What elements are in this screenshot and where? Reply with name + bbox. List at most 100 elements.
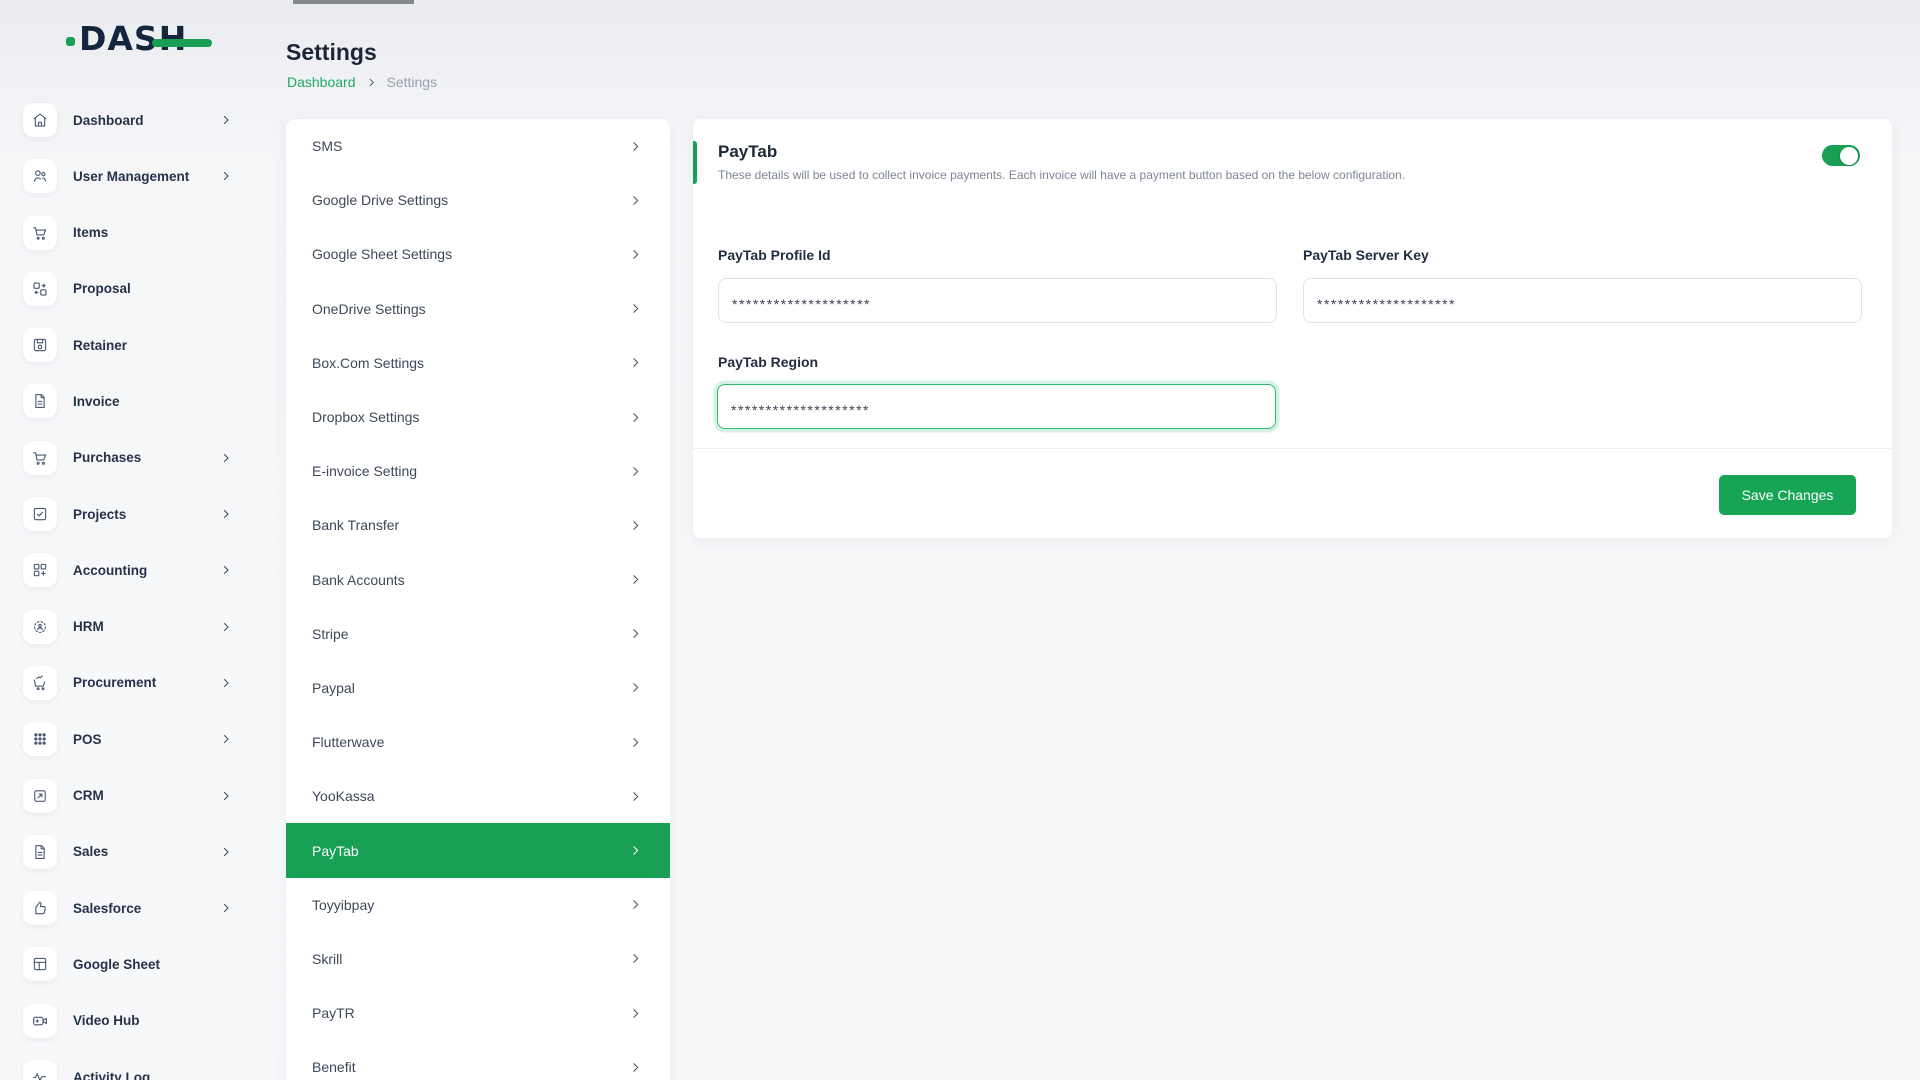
chevron-right-icon xyxy=(220,114,232,126)
breadcrumb-current: Settings xyxy=(387,74,438,90)
chevron-right-icon xyxy=(629,573,642,586)
cart-icon xyxy=(23,441,57,475)
chevron-right-icon xyxy=(629,248,642,261)
sidebar-item-proposal[interactable]: Proposal xyxy=(23,272,262,306)
file-text-icon xyxy=(23,384,57,418)
settings-nav-google-drive[interactable]: Google Drive Settings xyxy=(286,173,670,227)
settings-nav-bank-transfer[interactable]: Bank Transfer xyxy=(286,498,670,552)
sidebar-item-hrm[interactable]: HRM xyxy=(23,610,262,644)
accent-bar xyxy=(693,141,697,184)
chevron-right-icon xyxy=(220,452,232,464)
sidebar: DASH Dashboard User Management Items xyxy=(0,0,262,1080)
logo-green-bar xyxy=(152,39,212,47)
sidebar-item-sales[interactable]: Sales xyxy=(23,835,262,869)
paytab-server-key-label: PayTab Server Key xyxy=(1303,247,1429,263)
chevron-right-icon xyxy=(629,1061,642,1074)
settings-nav-skrill[interactable]: Skrill xyxy=(286,932,670,986)
chevron-right-icon xyxy=(629,736,642,749)
cart-icon xyxy=(23,216,57,250)
sidebar-item-user-management[interactable]: User Management xyxy=(23,159,262,193)
activity-pulse-icon xyxy=(23,1060,57,1080)
sidebar-item-invoice[interactable]: Invoice xyxy=(23,384,262,418)
settings-nav-toyyibpay[interactable]: Toyyibpay xyxy=(286,878,670,932)
sidebar-item-google-sheet[interactable]: Google Sheet xyxy=(23,947,262,981)
dots-grid-icon xyxy=(23,722,57,756)
chevron-right-icon xyxy=(220,508,232,520)
settings-nav-flutterwave[interactable]: Flutterwave xyxy=(286,715,670,769)
breadcrumb: Dashboard Settings xyxy=(287,74,437,90)
sidebar-item-crm[interactable]: CRM xyxy=(23,779,262,813)
sidebar-item-accounting[interactable]: Accounting xyxy=(23,553,262,587)
paytab-panel-description: These details will be used to collect in… xyxy=(718,168,1405,182)
sidebar-item-salesforce[interactable]: Salesforce xyxy=(23,891,262,925)
settings-nav-bank-accounts[interactable]: Bank Accounts xyxy=(286,553,670,607)
swap-boxes-icon xyxy=(23,272,57,306)
sidebar-item-video-hub[interactable]: Video Hub xyxy=(23,1004,262,1038)
paytab-region-label: PayTab Region xyxy=(718,354,818,370)
chevron-right-icon xyxy=(220,170,232,182)
home-icon xyxy=(23,103,57,137)
breadcrumb-dashboard-link[interactable]: Dashboard xyxy=(287,74,356,90)
chevron-right-icon xyxy=(220,621,232,633)
app-logo: DASH xyxy=(66,20,187,60)
chevron-right-icon xyxy=(629,681,642,694)
chevron-right-icon xyxy=(629,627,642,640)
chevron-right-icon xyxy=(366,77,377,88)
check-square-icon xyxy=(23,497,57,531)
paytab-region-input[interactable] xyxy=(717,384,1276,429)
chevron-right-icon xyxy=(220,564,232,576)
users-icon xyxy=(23,159,57,193)
sidebar-item-projects[interactable]: Projects xyxy=(23,497,262,531)
toggle-knob xyxy=(1840,147,1858,165)
grid-plus-icon xyxy=(23,553,57,587)
settings-nav-yookassa[interactable]: YooKassa xyxy=(286,769,670,823)
settings-nav-einvoice[interactable]: E-invoice Setting xyxy=(286,444,670,498)
settings-nav-onedrive[interactable]: OneDrive Settings xyxy=(286,282,670,336)
settings-nav-paytr[interactable]: PayTR xyxy=(286,986,670,1040)
footer-divider xyxy=(693,448,1892,449)
settings-nav-benefit[interactable]: Benefit xyxy=(286,1040,670,1080)
thumbs-up-icon xyxy=(23,891,57,925)
box-arrow-icon xyxy=(23,779,57,813)
chevron-right-icon xyxy=(629,302,642,315)
sidebar-item-pos[interactable]: POS xyxy=(23,722,262,756)
save-changes-button[interactable]: Save Changes xyxy=(1719,475,1856,515)
file-text-icon xyxy=(23,835,57,869)
page-title: Settings xyxy=(286,39,377,66)
save-disk-icon xyxy=(23,328,57,362)
settings-nav-boxcom[interactable]: Box.Com Settings xyxy=(286,336,670,390)
chevron-right-icon xyxy=(629,952,642,965)
chevron-right-icon xyxy=(629,465,642,478)
chevron-right-icon xyxy=(629,844,642,857)
chevron-right-icon xyxy=(629,140,642,153)
sidebar-item-purchases[interactable]: Purchases xyxy=(23,441,262,475)
chevron-right-icon xyxy=(220,733,232,745)
sidebar-item-procurement[interactable]: Procurement xyxy=(23,666,262,700)
chevron-right-icon xyxy=(220,677,232,689)
paytab-enabled-toggle[interactable] xyxy=(1822,145,1860,166)
cart-chart-icon xyxy=(23,666,57,700)
sidebar-item-items[interactable]: Items xyxy=(23,216,262,250)
chevron-right-icon xyxy=(629,1007,642,1020)
settings-nav-paytab[interactable]: PayTab xyxy=(286,823,670,877)
top-scroll-indicator xyxy=(293,0,414,4)
table-icon xyxy=(23,947,57,981)
paytab-server-key-input[interactable] xyxy=(1303,278,1862,323)
sidebar-menu: Dashboard User Management Items Proposal xyxy=(0,103,262,1080)
settings-nav-stripe[interactable]: Stripe xyxy=(286,607,670,661)
chevron-right-icon xyxy=(629,790,642,803)
settings-nav-dropbox[interactable]: Dropbox Settings xyxy=(286,390,670,444)
settings-nav-paypal[interactable]: Paypal xyxy=(286,661,670,715)
video-camera-icon xyxy=(23,1004,57,1038)
logo-dot xyxy=(66,37,75,46)
chevron-right-icon xyxy=(629,519,642,532)
chevron-right-icon xyxy=(629,194,642,207)
settings-nav-sms[interactable]: SMS xyxy=(286,119,670,173)
sidebar-item-retainer[interactable]: Retainer xyxy=(23,328,262,362)
settings-nav-google-sheet[interactable]: Google Sheet Settings xyxy=(286,227,670,281)
chevron-right-icon xyxy=(629,898,642,911)
chevron-right-icon xyxy=(629,356,642,369)
paytab-profile-id-input[interactable] xyxy=(718,278,1277,323)
sidebar-item-activity-log[interactable]: Activity Log xyxy=(23,1060,262,1080)
sidebar-item-dashboard[interactable]: Dashboard xyxy=(23,103,262,137)
